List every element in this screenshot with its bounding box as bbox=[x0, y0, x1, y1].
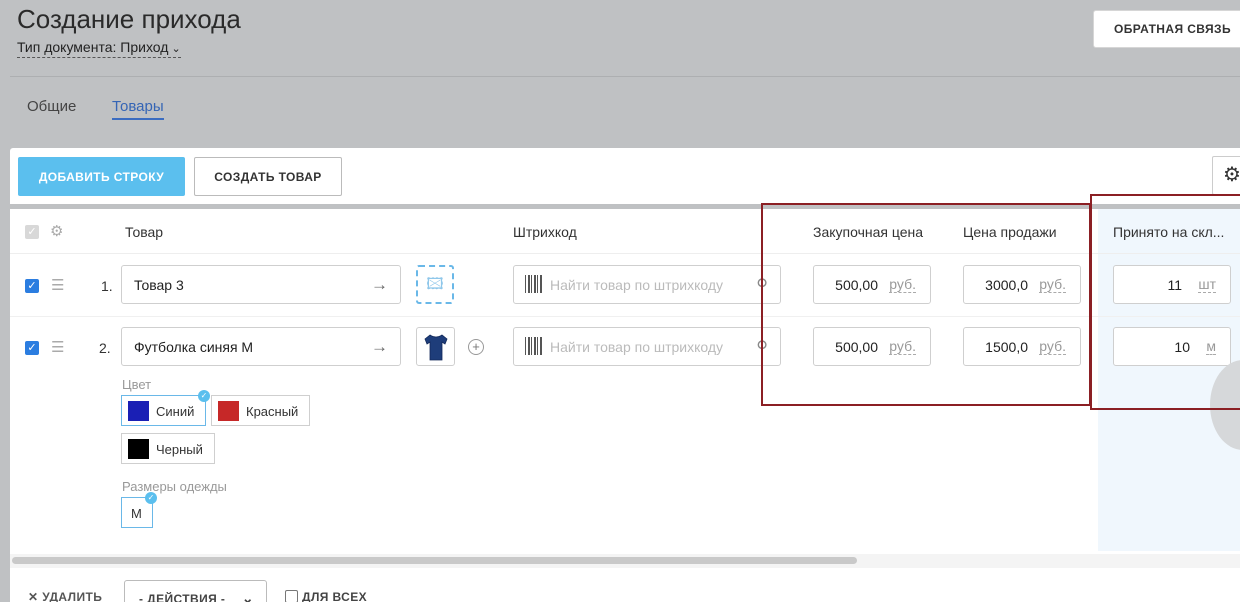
delete-label: УДАЛИТЬ bbox=[42, 590, 103, 602]
checkbox-box[interactable] bbox=[285, 590, 298, 602]
row-number: 1. bbox=[101, 278, 113, 294]
tshirt-image[interactable] bbox=[416, 327, 455, 366]
close-icon: ✕ bbox=[28, 590, 43, 602]
color-chip-blue[interactable]: Синий ✓ bbox=[121, 390, 210, 426]
color-chip-red[interactable]: Красный bbox=[211, 395, 310, 426]
feedback-button[interactable]: ОБРАТНАЯ СВЯЗЬ bbox=[1093, 10, 1240, 48]
arrow-right-icon[interactable]: → bbox=[371, 275, 388, 295]
add-row-button[interactable]: ДОБАВИТЬ СТРОКУ bbox=[18, 157, 185, 196]
tshirt-icon bbox=[424, 334, 448, 361]
page-title: Создание прихода bbox=[17, 4, 241, 34]
image-placeholder-icon[interactable]: 🖾 bbox=[416, 265, 454, 304]
row-1-checkbox[interactable]: ✓ bbox=[25, 279, 39, 293]
selected-check-icon: ✓ bbox=[198, 390, 210, 402]
color-name: Синий bbox=[156, 404, 195, 419]
chevron-down-icon: ⌄ bbox=[171, 43, 181, 55]
arrow-right-icon[interactable]: → bbox=[371, 337, 388, 357]
color-swatch bbox=[128, 401, 149, 421]
chevron-down-icon: ⌄ bbox=[241, 590, 254, 602]
size-chip-m[interactable]: М ✓ bbox=[121, 492, 157, 528]
row-2-item-field[interactable]: Футболка синяя М → bbox=[121, 327, 401, 366]
column-header-barcode[interactable]: Штрихкод bbox=[513, 224, 577, 240]
drag-handle-icon[interactable]: ☰ bbox=[51, 338, 64, 356]
color-name: Красный bbox=[246, 404, 299, 419]
for-all-checkbox[interactable]: ДЛЯ ВСЕХ bbox=[285, 590, 367, 602]
select-all-checkbox[interactable]: ✓ bbox=[25, 225, 39, 239]
row-1-barcode-field[interactable]: Найти товар по штрихкоду ⚲ bbox=[513, 265, 781, 304]
actions-label: - ДЕЙСТВИЯ - bbox=[139, 592, 226, 602]
drag-handle-icon[interactable]: ☰ bbox=[51, 276, 64, 294]
highlight-price-columns bbox=[761, 203, 1091, 406]
row-1-item-field[interactable]: Товар 3 → bbox=[121, 265, 401, 304]
tab-general[interactable]: Общие bbox=[27, 98, 76, 115]
color-name: Черный bbox=[156, 442, 203, 457]
for-all-label: ДЛЯ ВСЕХ bbox=[302, 590, 368, 602]
scrollbar-thumb[interactable] bbox=[12, 557, 857, 564]
row-number: 2. bbox=[99, 340, 111, 356]
toolbar: ДОБАВИТЬ СТРОКУ СОЗДАТЬ ТОВАР ⚙ bbox=[10, 148, 1240, 204]
barcode-placeholder: Найти товар по штрихкоду bbox=[550, 277, 724, 293]
size-attribute-label: Размеры одежды bbox=[122, 479, 227, 494]
color-chip-black[interactable]: Черный bbox=[121, 433, 215, 464]
color-attribute-label: Цвет bbox=[122, 377, 152, 392]
add-image-plus-icon[interactable]: + bbox=[468, 339, 484, 355]
actions-dropdown[interactable]: - ДЕЙСТВИЯ - ⌄ bbox=[124, 580, 267, 602]
header-divider bbox=[10, 76, 1240, 77]
horizontal-scrollbar[interactable] bbox=[10, 554, 1240, 568]
row-2-checkbox[interactable]: ✓ bbox=[25, 341, 39, 355]
doc-type-label: Тип документа: Приход bbox=[17, 39, 169, 55]
color-swatch bbox=[128, 439, 149, 459]
selected-check-icon: ✓ bbox=[145, 492, 157, 504]
row-2-barcode-field[interactable]: Найти товар по штрихкоду ⚲ bbox=[513, 327, 781, 366]
item-name: Товар 3 bbox=[134, 277, 184, 293]
create-item-button[interactable]: СОЗДАТЬ ТОВАР bbox=[194, 157, 342, 196]
doc-type-selector[interactable]: Тип документа: Приход ⌄ bbox=[17, 39, 181, 58]
delete-button[interactable]: ✕ УДАЛИТЬ bbox=[28, 590, 102, 602]
barcode-icon bbox=[525, 275, 543, 293]
item-name: Футболка синяя М bbox=[134, 339, 254, 355]
highlight-received-column bbox=[1090, 194, 1240, 410]
column-settings-gear-icon[interactable]: ⚙ bbox=[50, 222, 63, 240]
footer-bar: ✕ УДАЛИТЬ - ДЕЙСТВИЯ - ⌄ ДЛЯ ВСЕХ bbox=[10, 568, 1240, 602]
settings-gear-icon[interactable]: ⚙ bbox=[1212, 156, 1240, 195]
size-name: М bbox=[131, 506, 142, 521]
barcode-icon bbox=[525, 337, 543, 355]
barcode-placeholder: Найти товар по штрихкоду bbox=[550, 339, 724, 355]
tab-goods[interactable]: Товары bbox=[112, 98, 164, 120]
color-swatch bbox=[218, 401, 239, 421]
column-header-item[interactable]: Товар bbox=[125, 224, 163, 240]
